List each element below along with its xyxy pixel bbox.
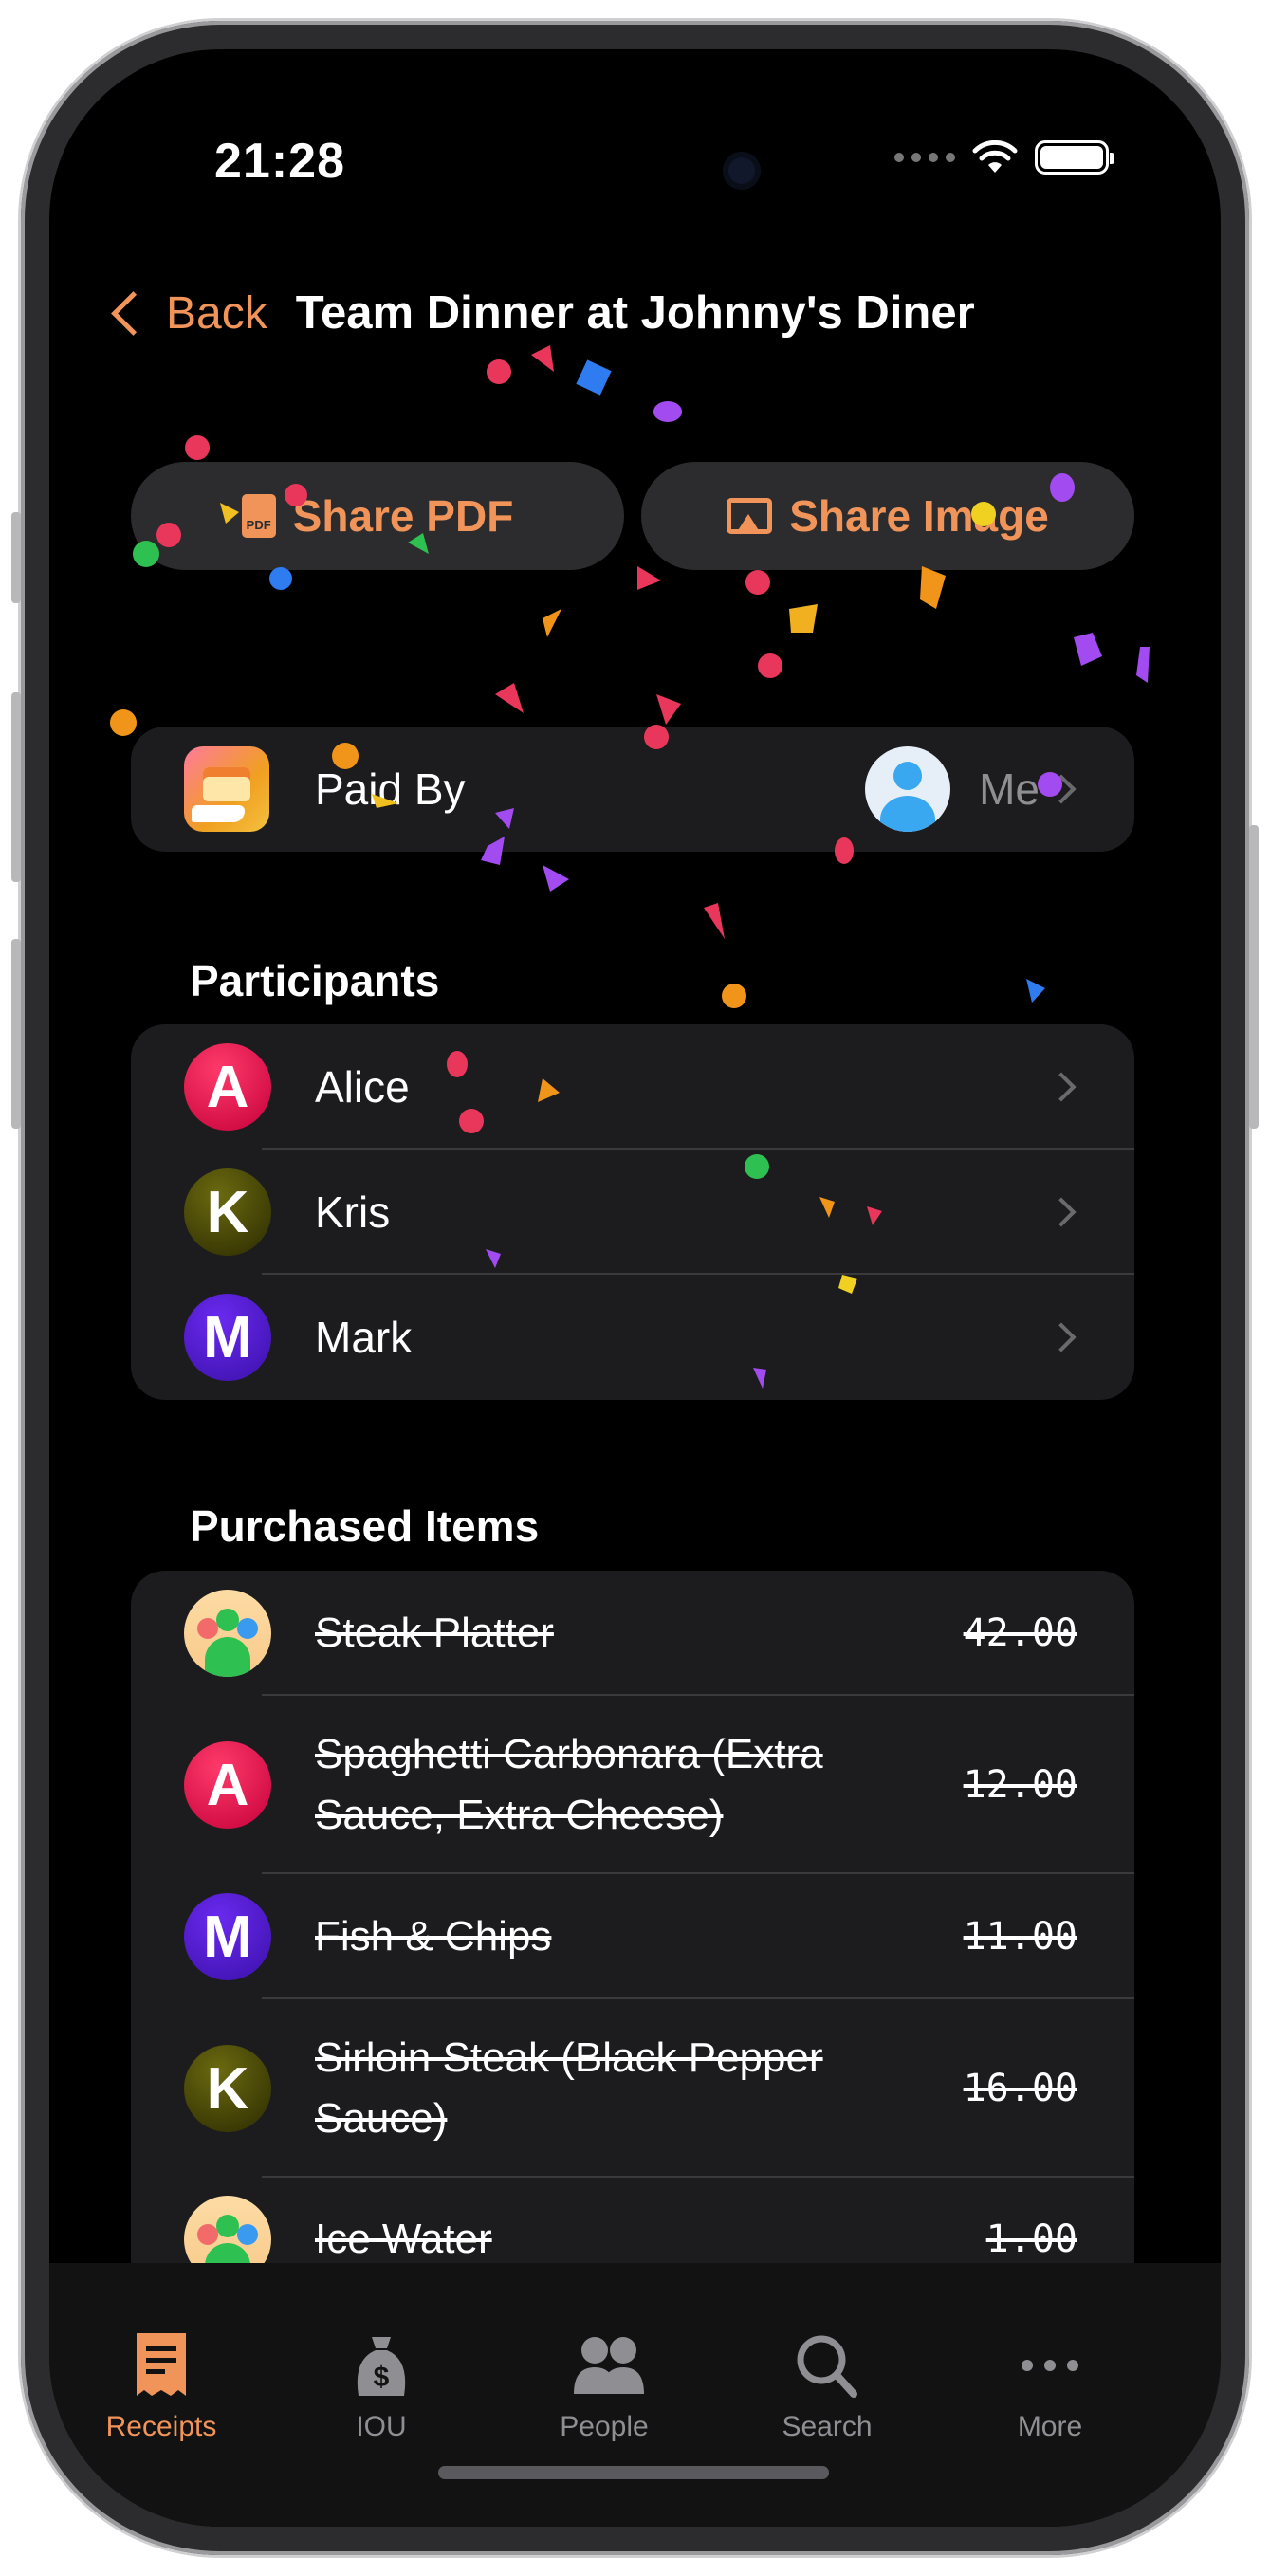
paid-by-row[interactable]: Paid By Me [131,727,1134,852]
money-bag-icon: $ [343,2329,419,2401]
avatar: A [184,1741,271,1829]
tab-people[interactable]: People [509,2329,699,2443]
item-price: 16.00 [963,2067,1077,2110]
tab-receipts[interactable]: Receipts [66,2329,256,2443]
back-label: Back [166,287,267,339]
tab-iou[interactable]: $ IOU [286,2329,476,2443]
tab-more[interactable]: More [955,2329,1145,2443]
share-pdf-button[interactable]: PDF Share PDF [131,462,624,570]
item-name: Sirloin Steak (Black Pepper Sauce) [315,2034,823,2142]
group-avatar-icon [184,1590,271,1677]
participant-name: Kris [315,1187,391,1237]
participant-row-alice[interactable]: A Alice [131,1024,1134,1150]
item-name: Steak Platter [315,1610,554,1656]
volume-up-button [11,692,21,882]
item-row[interactable]: K Sirloin Steak (Black Pepper Sauce) 16.… [131,1999,1134,2178]
share-actions: PDF Share PDF Share Image [131,462,1134,570]
participant-name: Mark [315,1313,413,1362]
image-icon [727,498,773,534]
dynamic-island [480,125,789,216]
payer: Me [865,746,1040,832]
avatar: M [184,1294,271,1381]
tab-label: More [1017,2411,1083,2442]
item-price: 1.00 [985,2217,1077,2261]
share-image-label: Share Image [789,491,1049,541]
status-time: 21:28 [214,134,345,189]
item-name: Ice Water [315,2216,492,2262]
tab-label: Receipts [105,2411,217,2442]
item-row[interactable]: A Spaghetti Carbonara (Extra Sauce, Extr… [131,1696,1134,1874]
item-row[interactable]: Steak Platter 42.00 [131,1571,1134,1696]
chevron-left-icon [111,290,156,336]
back-button[interactable]: Back [104,287,267,340]
power-button [1249,825,1259,1129]
payer-name: Me [979,764,1040,814]
tab-label: Search [782,2411,873,2442]
item-price: 12.00 [963,1763,1077,1807]
avatar: K [184,2045,271,2132]
receipt-icon [123,2329,199,2401]
purchased-items-heading: Purchased Items [190,1501,540,1551]
chevron-right-icon [1046,1072,1077,1102]
share-pdf-label: Share PDF [292,491,514,541]
paid-by-label: Paid By [315,764,466,814]
participant-name: Alice [315,1062,410,1112]
avatar: M [184,1893,271,1980]
participants-heading: Participants [190,956,440,1005]
purchased-items-list: Steak Platter 42.00 A Spaghetti Carbonar… [131,1571,1134,2301]
participants-list: A Alice K Kris M Mark [131,1024,1134,1400]
battery-icon [1035,140,1114,175]
avatar: K [184,1168,271,1256]
chevron-right-icon [1046,774,1077,804]
page-title: Team Dinner at Johnny's Diner [295,287,975,339]
navigation-bar: Back Team Dinner at Johnny's Diner [104,286,975,340]
participant-row-mark[interactable]: M Mark [131,1275,1134,1400]
avatar: A [184,1043,271,1131]
wallet-icon [184,746,269,832]
item-price: 42.00 [963,1611,1077,1655]
item-row[interactable]: M Fish & Chips 11.00 [131,1874,1134,1999]
home-indicator [438,2466,829,2479]
volume-down-button [11,939,21,1129]
item-price: 11.00 [963,1915,1077,1959]
signal-dots-icon [894,153,955,162]
pdf-icon: PDF [241,494,276,538]
chevron-right-icon [1046,1322,1077,1352]
item-name: Fish & Chips [315,1913,552,1960]
people-icon [566,2329,644,2401]
screen: 21:28 Back Team Dinner at Johnny's Diner… [49,49,1221,2527]
search-icon [789,2329,865,2401]
share-image-button[interactable]: Share Image [641,462,1134,570]
status-icons [894,140,1114,175]
mute-switch [11,512,21,603]
ellipsis-icon [1012,2329,1088,2401]
avatar [865,746,951,832]
item-name: Spaghetti Carbonara (Extra Sauce, Extra … [315,1731,823,1838]
participant-row-kris[interactable]: K Kris [131,1150,1134,1275]
tab-label: People [560,2411,649,2442]
tab-label: IOU [356,2411,407,2442]
tab-search[interactable]: Search [732,2329,922,2443]
tab-bar: Receipts $ IOU People Search More [49,2263,1221,2527]
svg-text:$: $ [374,2362,390,2393]
wifi-icon [972,140,1018,173]
chevron-right-icon [1046,1197,1077,1227]
